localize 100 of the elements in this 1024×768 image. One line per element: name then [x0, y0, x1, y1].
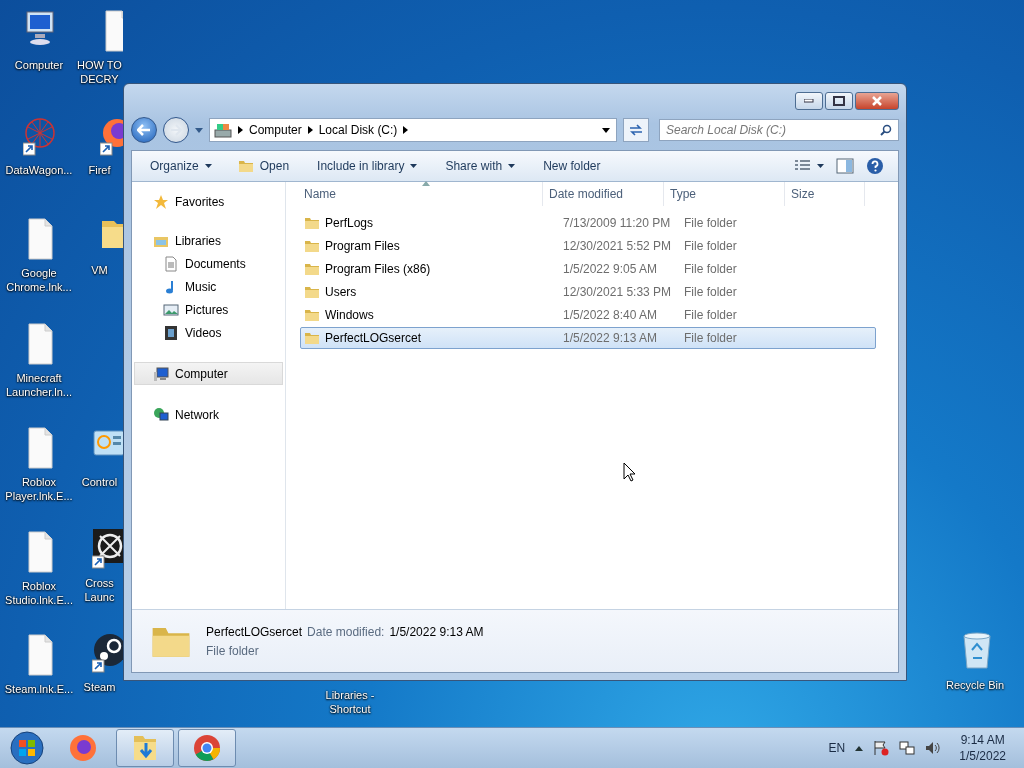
toolbar-button[interactable]: Organize — [142, 154, 220, 178]
flag-icon[interactable] — [873, 740, 890, 756]
videos-icon — [163, 324, 179, 341]
file-name: Users — [325, 285, 357, 299]
network-icon[interactable] — [899, 740, 916, 756]
desktop-icon-label[interactable]: Control — [81, 475, 118, 489]
back-button[interactable] — [131, 117, 157, 143]
toolbar-button[interactable]: Include in library — [309, 154, 426, 178]
column-header[interactable]: Type — [664, 182, 785, 206]
document-icon — [28, 427, 53, 469]
caret-icon — [508, 164, 516, 168]
caret-icon — [204, 164, 212, 168]
date-cell-text: 1/5/2022 9:13 AM — [563, 331, 659, 345]
nav-item[interactable]: Network — [134, 403, 283, 426]
desktop-icon-label[interactable]: DataWagon... — [5, 163, 73, 177]
nav-item[interactable]: Computer — [134, 362, 283, 385]
dropdown-caret-icon[interactable] — [602, 127, 610, 133]
minimize-button[interactable] — [795, 92, 823, 110]
control-panel-icon — [93, 430, 123, 456]
document-icon — [28, 323, 53, 365]
file-row[interactable]: Users 12/30/2021 5:33 PM File folder — [300, 281, 876, 303]
desktop-icon-label[interactable]: VM — [91, 263, 108, 277]
close-button[interactable] — [855, 92, 899, 110]
toolbar-button[interactable]: Share with — [437, 154, 524, 178]
column-header[interactable]: Size — [785, 182, 865, 206]
nav-item[interactable]: Libraries — [134, 229, 283, 252]
nav-item[interactable]: Documents — [132, 252, 285, 275]
maximize-icon — [833, 96, 845, 106]
folder-icon — [304, 330, 320, 346]
type-cell-text: File folder — [684, 239, 738, 253]
refresh-arrows-icon — [628, 123, 644, 137]
clock[interactable]: 9:14 AM 1/5/2022 — [959, 733, 1006, 763]
desktop-icon-label[interactable]: Steam.lnk.E... — [4, 682, 74, 696]
maximize-button[interactable] — [825, 92, 853, 110]
taskbar-app-button[interactable] — [178, 729, 236, 767]
document-icon — [28, 218, 53, 260]
document-icon — [28, 531, 53, 573]
language-indicator[interactable]: EN — [828, 741, 846, 755]
details-type: File folder — [206, 643, 260, 658]
address-bar[interactable]: Computer Local Disk (C:) — [209, 118, 617, 142]
caret-icon — [817, 164, 824, 168]
desktop-icon-label[interactable]: Steam — [83, 680, 116, 694]
open-folder-icon — [237, 158, 254, 174]
desktop-icon-label[interactable]: Google Chrome.lnk... — [2, 266, 76, 294]
nav-item[interactable]: Videos — [132, 321, 285, 344]
drive-icon — [214, 122, 232, 138]
chrome-icon — [192, 733, 222, 763]
file-row[interactable]: PerfectLOGsercet 1/5/2022 9:13 AM File folder — [300, 327, 876, 349]
caret-icon — [410, 164, 418, 168]
crosshair-icon — [93, 529, 123, 563]
details-name: PerfectLOGsercet — [206, 624, 303, 639]
history-caret-icon[interactable] — [195, 127, 203, 133]
toolbar-button[interactable]: New folder — [535, 154, 609, 178]
recycle-bin-icon — [963, 632, 991, 669]
type-cell-text: File folder — [684, 331, 738, 345]
desktop-icon-label[interactable]: Roblox Studio.lnk.E... — [2, 579, 76, 607]
taskbar-app-button[interactable] — [116, 729, 174, 767]
folder-icon — [131, 733, 159, 763]
nav-item[interactable]: Favorites — [134, 190, 283, 213]
column-header[interactable]: Date modified — [543, 182, 664, 206]
file-row[interactable]: Program Files 12/30/2021 5:52 PM File folder — [300, 235, 876, 257]
toolbar-button[interactable]: Open — [229, 154, 298, 178]
file-row[interactable]: PerfLogs 7/13/2009 11:20 PM File folder — [300, 212, 876, 234]
refresh-button[interactable] — [623, 118, 649, 142]
date-cell-text: 12/30/2021 5:33 PM — [563, 285, 673, 299]
details-date: 1/5/2022 9:13 AM — [389, 624, 484, 639]
breadcrumb-arrow-icon — [238, 126, 243, 134]
folder-icon — [304, 238, 320, 254]
computer-icon — [26, 11, 54, 45]
show-hidden-icons-icon[interactable] — [855, 745, 864, 751]
desktop-icon-label[interactable]: Computer — [14, 58, 64, 72]
search-field[interactable]: Search Local Disk (C:) — [659, 119, 899, 141]
file-row[interactable]: Windows 1/5/2022 8:40 AM File folder — [300, 304, 876, 326]
desktop-icon-label[interactable]: Minecraft Launcher.ln... — [2, 371, 76, 399]
desktop-icon-label[interactable]: Cross Launc — [76, 576, 123, 604]
documents-icon — [163, 255, 179, 272]
forward-button[interactable] — [163, 117, 189, 143]
minimize-icon — [804, 99, 814, 103]
date-cell-text: 7/13/2009 11:20 PM — [563, 216, 672, 230]
speaker-icon[interactable] — [925, 740, 942, 756]
breadcrumb-arrow-icon — [307, 126, 313, 134]
type-cell-text: File folder — [684, 216, 738, 230]
folder-icon — [304, 261, 320, 277]
search-icon — [880, 124, 892, 136]
back-arrow-icon — [137, 124, 151, 136]
nav-item[interactable]: Pictures — [132, 298, 285, 321]
document-icon — [28, 634, 53, 676]
desktop-icon-label[interactable]: HOW TO DECRY — [76, 58, 123, 86]
file-name: PerfectLOGsercet — [325, 331, 422, 345]
date-cell-text: 1/5/2022 9:05 AM — [563, 262, 659, 276]
breadcrumb-item[interactable]: Local Disk (C:) — [318, 123, 398, 137]
column-header[interactable]: Name — [286, 182, 543, 206]
folder-icon — [304, 215, 320, 231]
breadcrumb-item[interactable]: Computer — [249, 123, 302, 137]
nav-item[interactable]: Music — [132, 275, 285, 298]
file-row[interactable]: Program Files (x86) 1/5/2022 9:05 AM File folder — [300, 258, 876, 280]
desktop-icon-label[interactable]: Firef — [88, 163, 111, 177]
desktop-icon-label[interactable]: Roblox Player.lnk.E... — [2, 475, 76, 503]
desktop-icon-label[interactable]: Libraries - Shortcut — [310, 688, 390, 716]
desktop-icon-label[interactable]: Recycle Bin — [945, 678, 1005, 692]
